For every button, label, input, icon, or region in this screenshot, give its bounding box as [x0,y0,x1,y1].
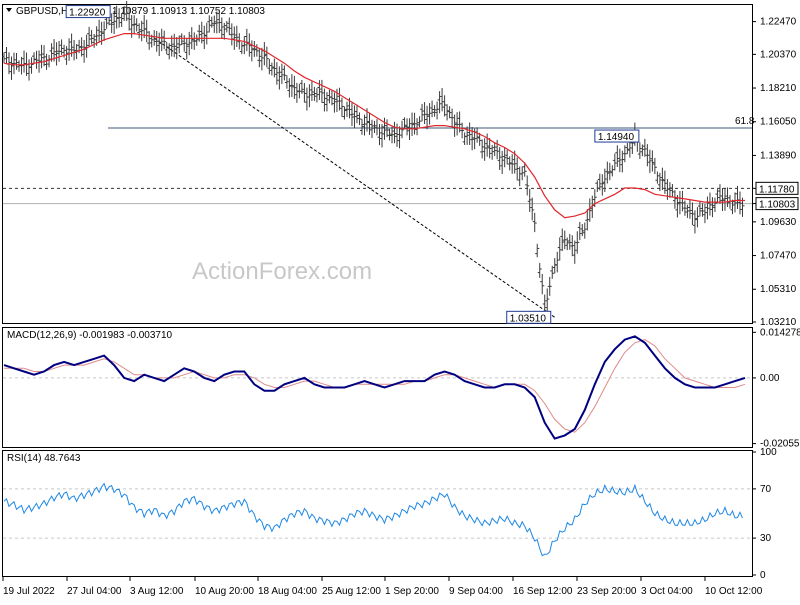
rsi-tick-label: 30 [760,533,772,544]
gbpusd-chart: ActionForex.com GBPUSD,H4 1.10879 1.1091… [2,0,800,597]
price-level-label: 1.11780 [759,184,795,195]
price-tick-label: 1.18210 [760,83,797,94]
price-tick-label: 1.07470 [760,251,797,262]
fib-level-label: 61.8 [735,116,755,127]
price-tick-label: 1.22470 [760,17,797,28]
price-tick-label: 1.20370 [760,49,797,60]
macd-title: MACD(12,26,9) -0.001983 -0.003710 [7,330,173,341]
macd-tick-label: 0.00 [760,373,780,384]
time-tick-label: 3 Aug 12:00 [130,586,184,597]
rsi-title: RSI(14) 48.7643 [7,453,81,464]
time-tick-label: 16 Sep 12:00 [513,586,573,597]
time-tick-label: 9 Sep 04:00 [449,586,503,597]
price-tick-label: 1.05310 [760,284,797,295]
time-tick-label: 23 Sep 20:00 [577,586,637,597]
rsi-pane-frame [2,450,753,577]
time-axis: 19 Jul 2022 27 Jul 04:00 3 Aug 12:00 10 Aug… [2,577,763,597]
time-tick-label: 25 Aug 12:00 [322,586,381,597]
time-tick-label: 10 Oct 12:00 [705,586,763,597]
time-tick-label: 18 Aug 04:00 [258,586,317,597]
rsi-tick-label: 0 [760,570,766,581]
chart-area: ActionForex.com GBPUSD,H4 1.10879 1.1091… [0,0,800,600]
time-tick-label: 3 Oct 04:00 [641,586,693,597]
time-tick-label: 27 Jul 04:00 [67,586,122,597]
price-tick-label: 1.09630 [760,217,797,228]
price-pane-frame [2,4,753,324]
price-annotation-label: 1.22920 [69,8,106,19]
rsi-tick-label: 100 [760,447,777,458]
price-annotation-label: 1.14940 [598,132,635,143]
time-tick-label: 10 Aug 20:00 [195,586,254,597]
price-annotation-label: 1.03510 [510,313,547,324]
price-tick-label: 1.16050 [760,117,797,128]
symbol-label: GBPUSD,H4 [16,6,74,17]
rsi-tick-label: 70 [760,484,772,495]
price-tick-label: 1.13890 [760,150,797,161]
macd-pane-frame [2,327,753,448]
ohlc-values: 1.10879 1.10913 1.10752 1.10803 [112,6,265,17]
macd-tick-label: 0.014278 [760,327,800,338]
watermark: ActionForex.com [192,258,372,285]
time-tick-label: 19 Jul 2022 [3,586,55,597]
time-tick-label: 1 Sep 20:00 [385,586,439,597]
price-level-label: 1.10803 [759,200,796,211]
